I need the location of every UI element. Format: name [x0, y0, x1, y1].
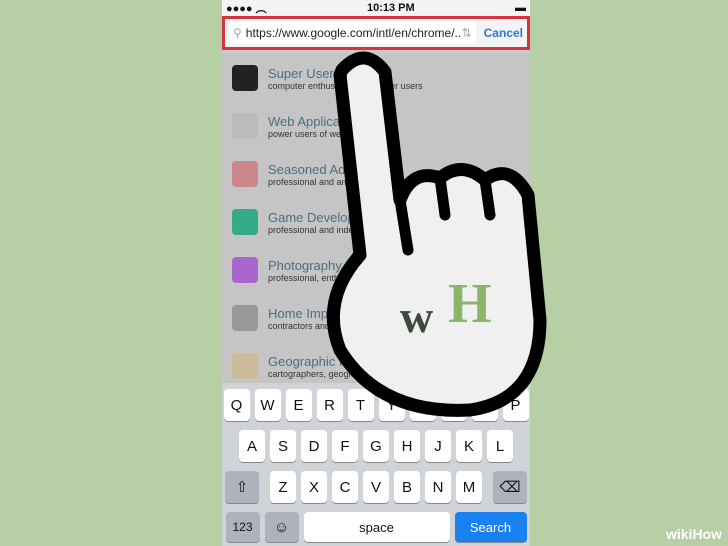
watermark: wikiHow [665, 526, 722, 542]
wikihow-logo: w [400, 291, 433, 342]
pointing-hand-illustration: w H [326, 51, 547, 417]
wikihow-logo-h: H [448, 273, 492, 335]
